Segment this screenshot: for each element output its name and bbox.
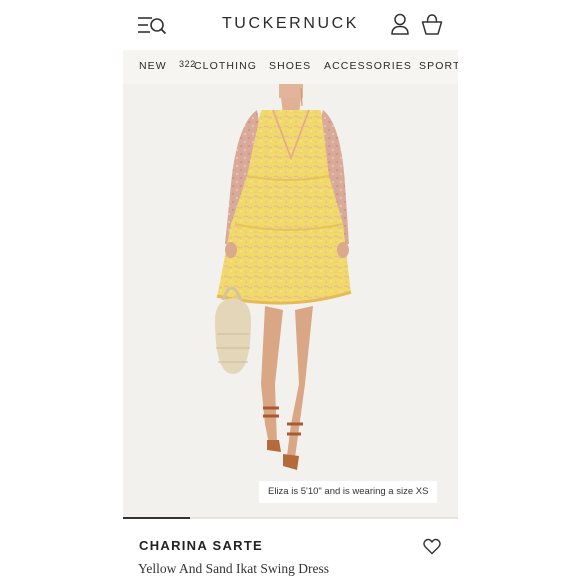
screenshot-frame: TUCKERNUCK NEW 322 CLOTHING SHOES ACCESS… [0, 0, 580, 580]
nav-item-label: NEW [139, 60, 167, 72]
heart-outline-icon[interactable] [423, 538, 441, 555]
gallery-progress [123, 517, 458, 519]
nav-item-new[interactable]: NEW 322 [139, 59, 195, 72]
fit-caption: Eliza is 5'10" and is wearing a size XS [259, 481, 438, 503]
product-brand[interactable]: CHARINA SARTE [139, 538, 263, 553]
shopping-bag-icon[interactable] [421, 13, 443, 36]
product-name: Yellow And Sand Ikat Swing Dress [138, 561, 330, 576]
nav-item-accessories[interactable]: ACCESSORIES [324, 60, 412, 72]
mobile-page: TUCKERNUCK NEW 322 CLOTHING SHOES ACCESS… [123, 0, 458, 580]
account-icon[interactable] [390, 13, 410, 36]
left-margin [0, 0, 123, 580]
gallery-progress-fill [123, 517, 190, 519]
nav-item-clothing[interactable]: CLOTHING [194, 60, 257, 72]
right-margin [458, 0, 580, 580]
product-image[interactable]: Eliza is 5'10" and is wearing a size XS [123, 84, 458, 517]
site-header: TUCKERNUCK [123, 0, 458, 50]
nav-item-sport[interactable]: SPORT [419, 60, 458, 72]
nav-item-shoes[interactable]: SHOES [269, 60, 311, 72]
category-nav: NEW 322 CLOTHING SHOES ACCESSORIES SPORT [123, 50, 458, 84]
model-photo [215, 84, 352, 470]
